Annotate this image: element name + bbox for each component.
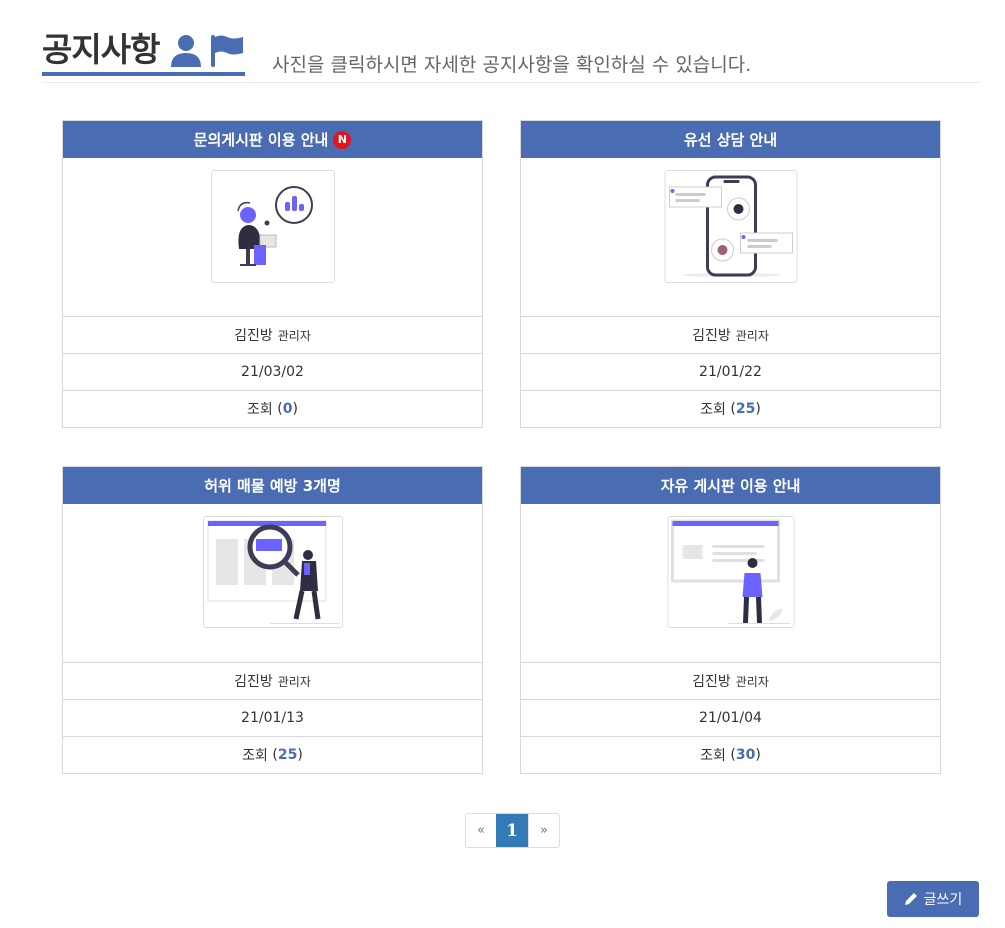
next-page-button[interactable]: » [528,814,559,847]
page-subtitle: 사진을 클릭하시면 자세한 공지사항을 확인하실 수 있습니다. [272,54,752,76]
notice-title-text: 문의게시판 이용 안내 [193,131,329,149]
notice-title-text: 자유 게시판 이용 안내 [660,477,801,495]
author-name: 김진방 [234,328,273,344]
title-wrap: 공지사항 [42,28,246,76]
support-illustration [236,186,313,266]
notice-title[interactable]: 자유 게시판 이용 안내 [521,467,940,504]
post-date: 21/01/04 [521,700,940,737]
author-role: 관리자 [277,328,311,343]
post-date: 21/03/02 [63,354,482,391]
notice-title[interactable]: 문의게시판 이용 안내 N [63,121,482,158]
views-label: 조회 [700,748,726,764]
notice-title[interactable]: 허위 매물 예방 3개명 [63,467,482,504]
notice-title[interactable]: 유선 상담 안내 [521,121,940,158]
views-label: 조회 [242,748,268,764]
post-date: 21/01/22 [521,354,940,391]
views-value: 25 [735,401,756,417]
views-value: 30 [735,747,756,763]
phone-chat-illustration [668,175,793,277]
page-1-button[interactable]: 1 [496,814,528,847]
views-value: 25 [277,747,298,763]
view-count: 조회 (30) [700,747,761,764]
author-role: 관리자 [277,674,311,689]
notice-card: 자유 게시판 이용 안내 김진방 관리자 21/01/04 조회 (30) [520,466,941,774]
author-name: 김진방 [692,328,731,344]
view-count: 조회 (0) [247,401,298,418]
notice-title-text: 허위 매물 예방 3개명 [204,477,341,495]
page-header: 공지사항 사진을 클릭하시면 자세한 공지사항을 확인하실 수 있습니다. [42,28,980,83]
author-role: 관리자 [735,328,769,343]
flag-icon [211,35,244,67]
write-button[interactable]: 글쓰기 [887,881,979,917]
page-title: 공지사항 [42,30,160,69]
notice-thumbnail[interactable] [667,516,794,628]
prev-page-button[interactable]: « [466,814,496,847]
views-label: 조회 [247,402,273,418]
notice-thumbnail[interactable] [202,516,343,628]
pencil-icon [904,893,917,905]
new-badge: N [333,130,352,149]
author-name: 김진방 [234,674,273,690]
post-date: 21/01/13 [63,700,482,737]
notice-card: 허위 매물 예방 3개명 김진방 관리자 21/01/13 조회 (25) [62,466,483,774]
author-name: 김진방 [692,674,731,690]
notice-card: 문의게시판 이용 안내 N 김진방 관리자 21/03/02 조회 (0) [62,120,483,428]
views-label: 조회 [700,402,726,418]
view-count: 조회 (25) [242,747,303,764]
notice-thumbnail[interactable] [664,170,797,283]
views-value: 0 [282,401,293,417]
notice-thumbnail[interactable] [210,170,335,283]
notice-title-text: 유선 상담 안내 [683,131,778,149]
board-illustration [670,519,790,624]
view-count: 조회 (25) [700,401,761,418]
author-role: 관리자 [735,674,769,689]
write-button-label: 글쓰기 [923,892,963,908]
search-illustration [207,520,340,624]
notice-card: 유선 상담 안내 김진방 관리자 21/01/22 조회 (25) [520,120,941,428]
user-icon [171,35,202,67]
pagination: « 1 » [465,813,560,848]
